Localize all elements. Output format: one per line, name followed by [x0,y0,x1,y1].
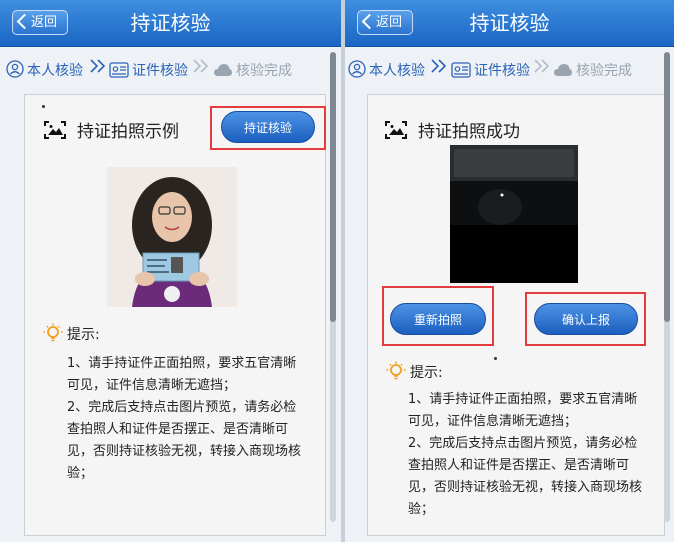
tip-title: 提示: [43,323,100,344]
page-title: 持证核验 [130,11,211,35]
tip-content: 1、请手持证件正面拍照，要求五官清晰可见，证件信息清晰无遮挡； 2、完成后支持点… [408,392,643,517]
stray-dot [494,357,497,360]
step-indicator: 本人核验 证件核验 核验完成 [345,52,674,86]
tip-title: 提示: [386,361,443,382]
scrollbar-thumb[interactable] [330,52,336,322]
lightbulb-icon [386,361,406,380]
captured-photo[interactable] [450,145,578,283]
section-title: 持证拍照示例 [43,117,179,142]
step-id-verify: 证件核验 [109,60,188,80]
photo-icon [385,121,407,139]
chevron-right-icon [431,59,447,73]
step-complete: 核验完成 [553,60,632,80]
right-screen: 返回 持证核验 本人核验 证件核验 核验完成 持证拍照成功 重新拍照 确认上报 [345,0,674,542]
step-complete: 核验完成 [213,60,292,80]
chevron-right-icon [534,59,550,73]
highlight-box [210,106,326,150]
person-icon [6,60,24,78]
scrollbar[interactable] [330,52,336,522]
photo-icon [44,121,66,139]
header-bar: 返回 持证核验 [345,0,674,47]
id-card-icon [109,62,129,78]
example-card: 持证拍照示例 持证核验 提示: 1、请手持证件正面拍照，要求五官清晰可见，证件信 [24,94,326,536]
cloud-icon [554,64,572,76]
scrollbar[interactable] [664,52,670,522]
example-photo[interactable] [107,167,237,307]
section-title: 持证拍照成功 [384,117,520,142]
cloud-icon [214,64,232,76]
page-title: 持证核验 [469,11,550,35]
chevron-right-icon [90,59,106,73]
stray-dot [42,105,45,108]
lightbulb-icon [43,323,63,342]
step-self-verify: 本人核验 [6,60,83,80]
step-id-verify: 证件核验 [451,60,530,80]
header-bar: 返回 持证核验 [0,0,341,47]
left-screen: 返回 持证核验 本人核验 证件核验 核验完成 持证拍照示例 持证核验 提示: 1… [0,0,341,542]
chevron-right-icon [193,59,209,73]
scrollbar-thumb[interactable] [664,52,670,322]
step-self-verify: 本人核验 [348,60,425,80]
highlight-box [525,292,646,346]
tip-content: 1、请手持证件正面拍照，要求五官清晰可见，证件信息清晰无遮挡； 2、完成后支持点… [67,356,302,481]
highlight-box [382,286,494,346]
id-card-icon [451,62,471,78]
step-indicator: 本人核验 证件核验 核验完成 [0,52,341,86]
person-icon [348,60,366,78]
